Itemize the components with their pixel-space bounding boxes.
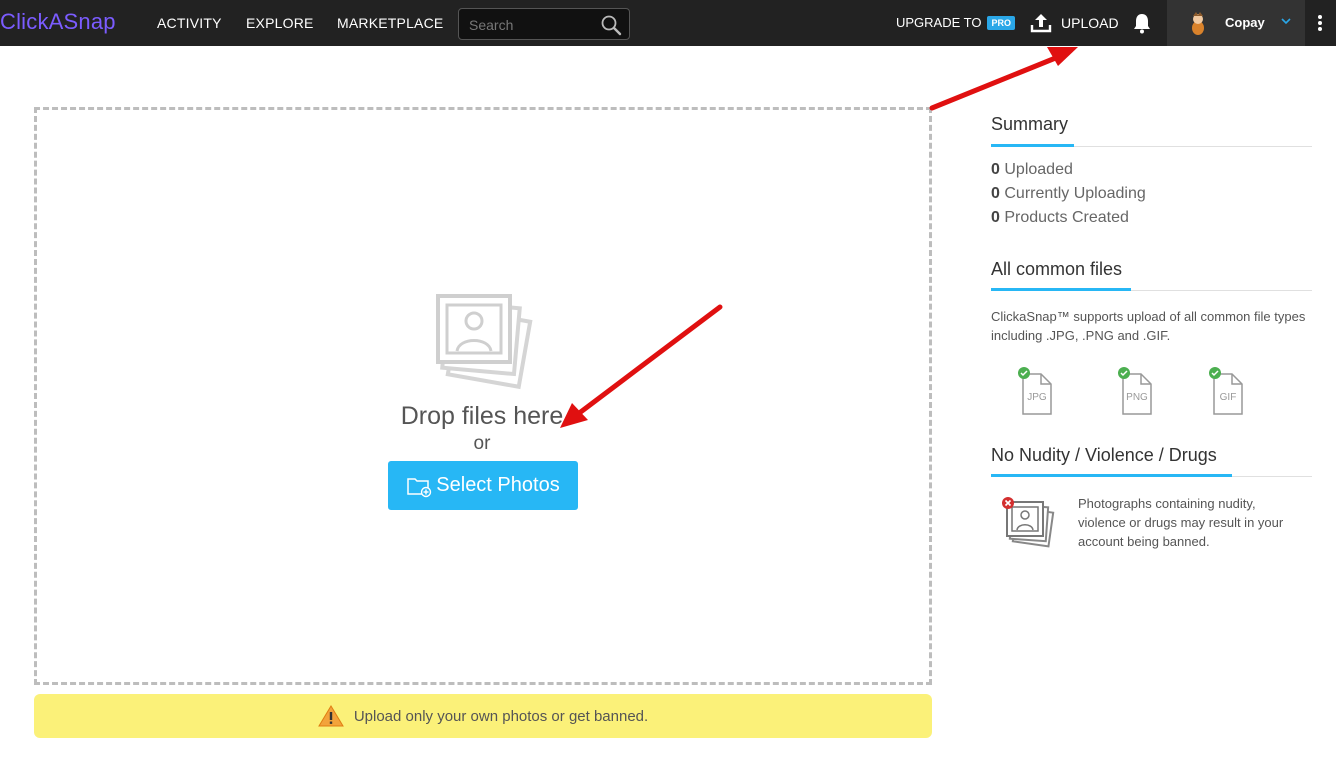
file-drop-zone[interactable] bbox=[34, 107, 932, 685]
section-accent bbox=[991, 288, 1131, 291]
logo-text: ClickASnap bbox=[0, 9, 116, 34]
nav-activity[interactable]: ACTIVITY bbox=[157, 15, 222, 31]
stat-uploaded: 0 Uploaded bbox=[991, 161, 1073, 179]
stat-label: Currently Uploading bbox=[1004, 185, 1146, 202]
stat-products-created: 0 Products Created bbox=[991, 209, 1129, 227]
stat-count: 0 bbox=[991, 161, 1000, 178]
stat-currently-uploading: 0 Currently Uploading bbox=[991, 185, 1146, 203]
more-options-icon[interactable] bbox=[1316, 13, 1324, 33]
file-type-label: JPG bbox=[1027, 392, 1047, 403]
section-accent bbox=[991, 144, 1074, 147]
nav-explore[interactable]: EXPLORE bbox=[246, 15, 314, 31]
search-box bbox=[458, 8, 630, 40]
bell-icon[interactable] bbox=[1132, 12, 1152, 34]
file-jpg-icon: JPG bbox=[1018, 367, 1052, 415]
nudity-description: Photographs containing nudity, violence … bbox=[1078, 496, 1284, 549]
photos-stack-icon bbox=[436, 294, 533, 390]
upgrade-label: UPGRADE TO bbox=[896, 15, 982, 30]
username: Copay bbox=[1225, 15, 1265, 30]
folder-add-icon bbox=[407, 477, 432, 497]
stat-count: 0 bbox=[991, 209, 1000, 226]
file-type-label: PNG bbox=[1126, 392, 1148, 403]
common-files-description: ClickaSnap™ supports upload of all commo… bbox=[991, 309, 1306, 343]
or-text: or bbox=[473, 433, 491, 454]
top-navbar: ClickASnap ACTIVITY EXPLORE MARKETPLACE … bbox=[0, 0, 1336, 46]
file-gif-icon: GIF bbox=[1209, 367, 1243, 415]
arrow-to-upload bbox=[929, 47, 1078, 111]
drop-files-text: Drop files here bbox=[400, 402, 564, 430]
select-photos-button[interactable]: Select Photos bbox=[388, 461, 578, 510]
user-menu[interactable]: Copay bbox=[1167, 0, 1305, 46]
stat-label: Products Created bbox=[1004, 209, 1129, 226]
clickasnap-logo[interactable]: ClickASnap bbox=[0, 9, 116, 35]
nav-marketplace[interactable]: MARKETPLACE bbox=[337, 15, 443, 31]
upload-button[interactable]: UPLOAD bbox=[1029, 9, 1119, 37]
chevron-down-icon bbox=[1281, 18, 1291, 25]
stat-label: Uploaded bbox=[1004, 161, 1073, 178]
search-input[interactable] bbox=[469, 15, 599, 35]
file-type-label: GIF bbox=[1220, 392, 1237, 403]
avatar bbox=[1192, 12, 1204, 35]
nudity-title: No Nudity / Violence / Drugs bbox=[991, 445, 1217, 465]
common-files-title: All common files bbox=[991, 259, 1123, 279]
upload-label: UPLOAD bbox=[1061, 15, 1119, 31]
stat-count: 0 bbox=[991, 185, 1000, 202]
warning-icon bbox=[317, 705, 344, 727]
pro-badge: PRO bbox=[987, 15, 1015, 30]
section-accent bbox=[991, 474, 1232, 477]
summary-title: Summary bbox=[991, 114, 1069, 134]
select-photos-label: Select Photos bbox=[436, 474, 560, 496]
upgrade-pro-link[interactable]: UPGRADE TO PRO bbox=[896, 15, 1015, 30]
file-png-icon: PNG bbox=[1118, 367, 1152, 415]
warning-text: Upload only your own photos or get banne… bbox=[353, 707, 649, 725]
banned-photos-icon bbox=[1002, 497, 1055, 548]
upload-warning-banner: Upload only your own photos or get banne… bbox=[34, 694, 932, 738]
upload-icon bbox=[1030, 14, 1052, 33]
search-icon[interactable] bbox=[599, 13, 623, 37]
